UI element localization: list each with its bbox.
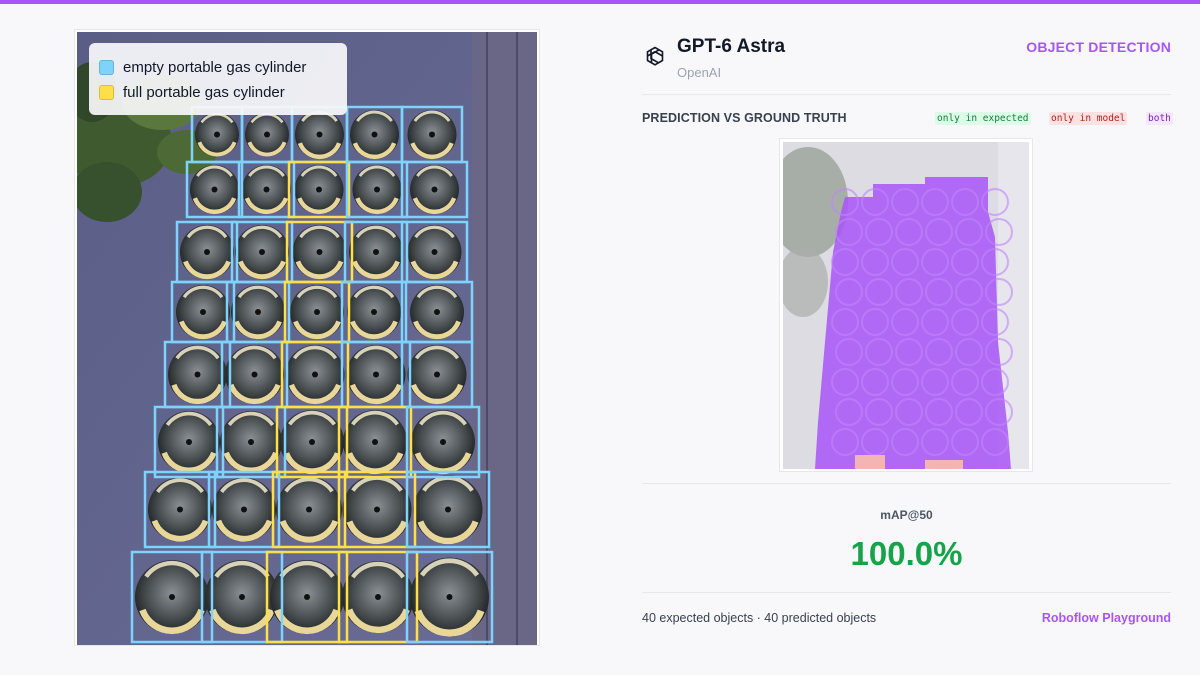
- top-accent-bar: [0, 0, 1200, 4]
- task-label: OBJECT DETECTION: [1026, 39, 1171, 55]
- cylinder-valve: [239, 594, 245, 600]
- model-name: GPT-6 Astra: [677, 36, 786, 57]
- cylinder-valve: [372, 439, 378, 445]
- cylinder-valve: [248, 439, 254, 445]
- cylinder-valve: [255, 309, 261, 315]
- divider-top: [642, 94, 1171, 95]
- detection-image-panel: empty portable gas cylinder full portabl…: [74, 29, 540, 646]
- cylinder-valve: [316, 131, 323, 138]
- cylinder-valve: [194, 371, 201, 378]
- legend-tag-both: both: [1146, 112, 1173, 125]
- legend-label-full: full portable gas cylinder: [123, 84, 285, 101]
- legend-label-empty: empty portable gas cylinder: [123, 59, 307, 76]
- comparison-image: [783, 142, 1029, 469]
- object-counts: 40 expected objects · 40 predicted objec…: [642, 611, 877, 625]
- cylinder-valve: [434, 309, 440, 315]
- cylinder-valve: [375, 594, 381, 600]
- comparison-title: PREDICTION VS GROUND TRUTH: [642, 111, 847, 125]
- cylinder-valve: [431, 249, 438, 255]
- cylinder-valve: [211, 186, 218, 193]
- cylinder-valve: [371, 131, 378, 138]
- metric-label: mAP@50: [880, 508, 933, 522]
- divider-bottom: [642, 592, 1171, 593]
- cylinder-valve: [446, 594, 453, 600]
- cylinder-valve: [434, 371, 440, 378]
- cylinder-valve: [373, 249, 379, 255]
- cylinder-valve: [186, 439, 192, 445]
- cylinder-valve: [309, 439, 315, 445]
- cylinder-valve: [306, 506, 312, 513]
- cylinder-valve: [264, 131, 270, 138]
- legend-item-full: full portable gas cylinder: [99, 80, 337, 105]
- legend-tag-only-expected: only in expected: [935, 112, 1031, 125]
- cylinder-valve: [214, 131, 220, 138]
- legend-swatch-full: [99, 85, 114, 100]
- detection-image: [77, 32, 537, 645]
- cylinder-valve: [312, 371, 318, 378]
- model-vendor: OpenAI: [677, 65, 722, 80]
- cylinder-valve: [304, 594, 310, 600]
- metric-value: 100.0%: [850, 535, 963, 572]
- cylinder-valve: [445, 506, 451, 513]
- comparison-image-panel: [779, 138, 1033, 472]
- cylinder-valve: [263, 186, 270, 193]
- openai-logo-icon: [646, 46, 664, 66]
- cylinder-valve: [316, 249, 323, 255]
- cylinder-valve: [314, 309, 320, 315]
- only-in-model-region: [925, 460, 963, 469]
- only-in-model-region: [855, 455, 885, 469]
- results-panel: GPT-6 Astra OpenAI OBJECT DETECTION PRED…: [642, 30, 1173, 640]
- cylinder-valve: [241, 506, 247, 513]
- cylinder-valve: [200, 309, 206, 315]
- cylinder-valve: [374, 506, 380, 513]
- legend-item-empty: empty portable gas cylinder: [99, 55, 337, 80]
- cylinder-valve: [431, 186, 438, 193]
- legend-swatch-empty: [99, 60, 114, 75]
- cylinder-valve: [374, 186, 380, 193]
- cylinder-valve: [316, 186, 322, 193]
- cylinder-valve: [169, 594, 175, 600]
- legend-tag-only-model: only in model: [1049, 112, 1128, 125]
- cylinder-valve: [373, 371, 379, 378]
- cylinder-valve: [251, 371, 258, 378]
- cylinder-valve: [259, 249, 265, 255]
- cylinder-valve: [440, 439, 446, 445]
- cylinder-valve: [204, 249, 210, 255]
- cylinder-valve: [429, 131, 435, 138]
- cylinder-valve: [371, 309, 377, 315]
- divider-middle: [642, 483, 1171, 484]
- roboflow-playground-link[interactable]: Roboflow Playground: [1042, 611, 1171, 625]
- class-legend: empty portable gas cylinder full portabl…: [89, 43, 347, 115]
- cylinder-valve: [177, 506, 183, 513]
